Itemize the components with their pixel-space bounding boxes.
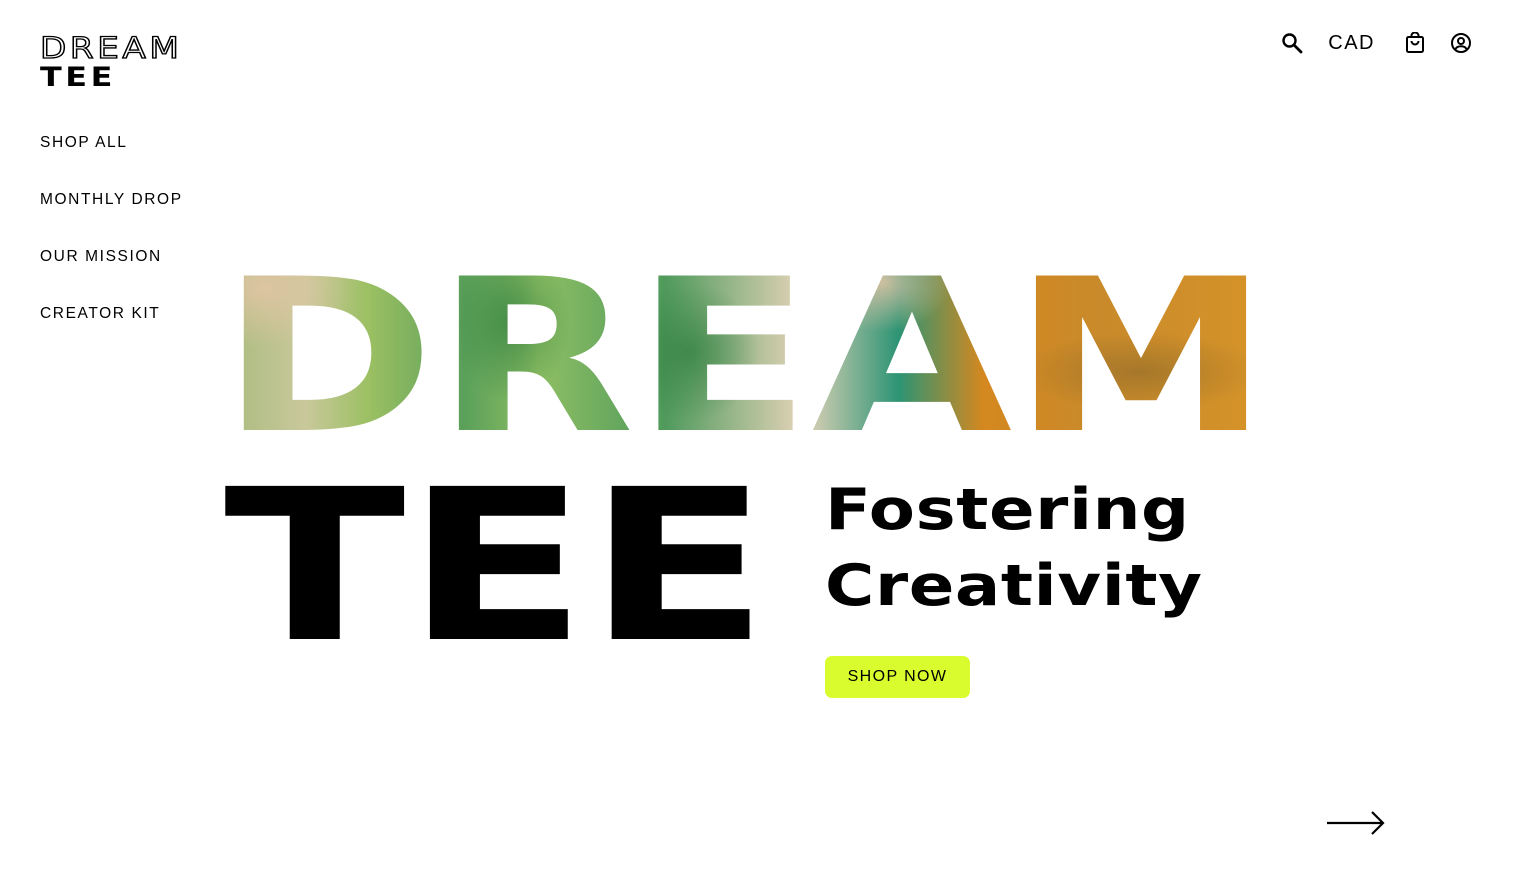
header-actions: CAD [1280,28,1473,58]
nav-item-creator-kit[interactable]: CREATOR KIT [40,304,183,361]
tagline-line-1: Fostering [825,477,1190,543]
logo-line-dream: DREAM [39,31,183,65]
shop-now-button[interactable]: SHOP NOW [825,656,970,698]
logo-line-tee: TEE [40,62,116,93]
shopping-bag-icon[interactable] [1403,31,1427,55]
hero-dream-textured-text: DREAM [220,262,1270,442]
brand-logo[interactable]: DREAM TEE [39,33,200,94]
arrow-right-icon[interactable] [1325,808,1387,838]
tagline-line-2: Creativity [825,553,1203,619]
nav-item-our-mission[interactable]: OUR MISSION [40,247,183,304]
search-icon[interactable] [1280,31,1304,55]
hero-tee-text: TEE [224,455,769,665]
nav-item-monthly-drop[interactable]: MONTHLY DROP [40,190,183,247]
currency-selector[interactable]: CAD [1328,32,1375,55]
hero-tagline: Fostering Creativity [825,472,1203,624]
nav-item-shop-all[interactable]: SHOP ALL [40,133,183,190]
side-nav: SHOP ALL MONTHLY DROP OUR MISSION CREATO… [40,133,183,361]
account-icon[interactable] [1449,31,1473,55]
hero-tee-word: TEE [224,455,769,665]
